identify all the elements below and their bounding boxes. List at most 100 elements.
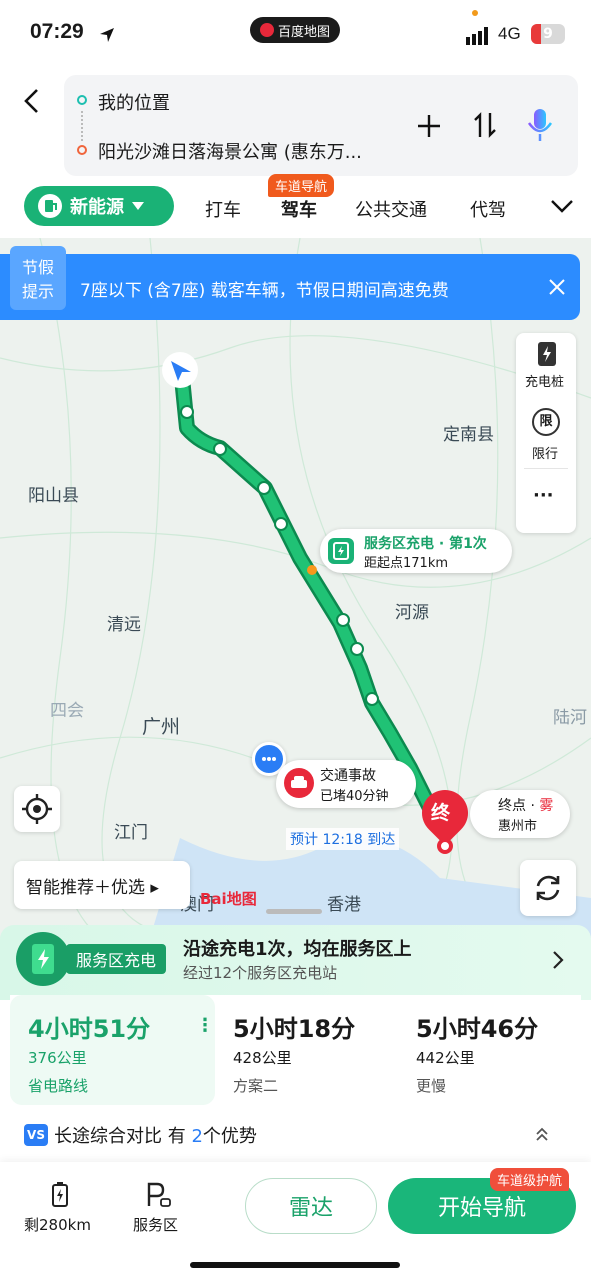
back-arrow-icon[interactable] bbox=[18, 86, 48, 116]
charging-station-icon bbox=[538, 342, 556, 366]
origin-field[interactable]: 我的位置 bbox=[98, 89, 170, 115]
plan-option-2[interactable]: 5小时18分 428公里 方案二 bbox=[225, 995, 395, 1105]
plan-desc: 方案二 bbox=[233, 1077, 279, 1095]
smart-recommend-button[interactable]: 智能推荐＋优选 ▸ bbox=[14, 861, 190, 909]
battery-icon: 9 bbox=[531, 24, 565, 44]
tab-taxi[interactable]: 打车 bbox=[205, 196, 241, 222]
map-view[interactable]: 阳山县 清远 广州 江门 河源 定南县 香港 陆河 四会 澳门 充电桩 限 限行… bbox=[0, 238, 591, 938]
service-charging-callout[interactable]: 服务区充电 · 第1次 距起点171km bbox=[320, 529, 512, 573]
app-name: 百度地图 bbox=[277, 24, 330, 40]
chevron-right-icon bbox=[553, 951, 564, 969]
end-city: 惠州市 bbox=[498, 819, 538, 834]
battery-range-icon bbox=[52, 1182, 68, 1207]
end-weather: 雾 bbox=[539, 798, 554, 814]
plan-time: 5小时18分 bbox=[233, 1015, 356, 1043]
long-trip-compare[interactable]: VS 长途综合对比 有 2个优势 bbox=[24, 1122, 257, 1148]
eta-label: 预计 12:18 到达 bbox=[286, 828, 400, 850]
chevron-up-double-icon[interactable] bbox=[535, 1126, 549, 1142]
tab-transit[interactable]: 公共交通 bbox=[355, 196, 427, 222]
vs-icon: VS bbox=[24, 1124, 48, 1146]
plan-desc: 更慢 bbox=[416, 1077, 447, 1095]
location-arrow-icon bbox=[100, 28, 114, 42]
accident-sub: 已堵40分钟 bbox=[320, 789, 389, 804]
smart-recommend-label: 智能推荐＋优选 bbox=[26, 878, 145, 898]
service-callout-sub: 距起点171km bbox=[364, 556, 449, 571]
more-icon[interactable]: ··· bbox=[533, 485, 554, 506]
recording-dot bbox=[472, 10, 478, 16]
plan-time: 5小时46分 bbox=[416, 1015, 539, 1043]
plan-option-3[interactable]: 5小时46分 442公里 更慢 bbox=[408, 995, 578, 1105]
lane-guard-badge: 车道级护航 bbox=[490, 1168, 570, 1191]
chevron-down-icon[interactable] bbox=[550, 198, 574, 214]
plan-distance: 442公里 bbox=[416, 1049, 475, 1067]
plan-option-1[interactable]: 4小时51分 376公里 省电路线 ⋮ bbox=[10, 995, 215, 1105]
route-inputs: 我的位置 阳光沙滩日落海景公寓 (惠东万... bbox=[64, 75, 578, 176]
service-charging-card[interactable]: 服务区充电 沿途充电1次，均在服务区上 经过12个服务区充电站 bbox=[0, 925, 591, 1000]
holiday-tag: 节假 提示 bbox=[10, 246, 66, 310]
accident-callout[interactable]: 交通事故 已堵40分钟 bbox=[276, 760, 416, 808]
microphone-icon[interactable] bbox=[526, 107, 554, 143]
swap-route-icon[interactable] bbox=[472, 111, 498, 139]
baidu-logo: Bai地图 bbox=[200, 890, 257, 908]
battery-level: 9 bbox=[543, 26, 553, 42]
restriction-label[interactable]: 限行 bbox=[532, 443, 558, 462]
refresh-button[interactable] bbox=[520, 860, 576, 916]
origin-dot bbox=[77, 95, 87, 105]
close-icon[interactable] bbox=[548, 278, 566, 296]
holiday-tag-line1: 节假 bbox=[21, 258, 54, 277]
caret-right-icon: ▸ bbox=[150, 878, 159, 898]
route-connector bbox=[81, 111, 83, 141]
destination-dot bbox=[77, 145, 87, 155]
service-title: 沿途充电1次，均在服务区上 bbox=[183, 939, 412, 960]
home-indicator[interactable] bbox=[190, 1262, 400, 1268]
service-callout-title: 服务区充电 · 第1次 bbox=[364, 536, 487, 552]
app-pill: 百度地图 bbox=[250, 17, 340, 43]
remaining-range[interactable]: 剩280km bbox=[24, 1214, 91, 1235]
clock: 07:29 bbox=[30, 20, 84, 43]
compare-suffix: 个优势 bbox=[202, 1126, 257, 1147]
network-type: 4G bbox=[498, 24, 521, 43]
locate-button[interactable] bbox=[14, 786, 60, 832]
new-energy-label: 新能源 bbox=[70, 197, 124, 218]
map-tools-panel: 充电桩 限 限行 ··· bbox=[516, 333, 576, 533]
plan-distance: 428公里 bbox=[233, 1049, 292, 1067]
tab-chauffeur[interactable]: 代驾 bbox=[470, 196, 506, 222]
compare-label: 长途综合对比 有 bbox=[54, 1126, 186, 1147]
accident-title: 交通事故 bbox=[320, 768, 376, 784]
charging-bolt-icon bbox=[328, 538, 354, 564]
end-label: 终点 · bbox=[498, 798, 540, 814]
ev-charger-icon bbox=[38, 194, 62, 218]
signal-icon bbox=[466, 27, 488, 45]
radar-button[interactable]: 雷达 bbox=[245, 1178, 377, 1234]
service-area-button[interactable]: 服务区 bbox=[133, 1214, 178, 1235]
plan-time: 4小时51分 bbox=[28, 1015, 151, 1043]
lane-nav-badge: 车道导航 bbox=[268, 174, 335, 197]
caret-down-icon bbox=[132, 202, 144, 210]
compare-count: 2 bbox=[191, 1126, 203, 1147]
tab-drive[interactable]: 驾车 bbox=[281, 196, 317, 222]
charging-station-label[interactable]: 充电桩 bbox=[525, 371, 564, 390]
sheet-handle[interactable] bbox=[266, 909, 322, 914]
plan-desc: 省电路线 bbox=[28, 1077, 89, 1095]
end-marker: 终 bbox=[431, 802, 451, 824]
refresh-icon bbox=[536, 875, 560, 901]
add-waypoint-icon[interactable] bbox=[416, 113, 442, 139]
holiday-tag-line2: 提示 bbox=[21, 282, 54, 301]
holiday-banner-text: 7座以下 (含7座) 载客车辆，节假日期间高速免费 bbox=[80, 281, 449, 301]
plan-distance: 376公里 bbox=[28, 1049, 87, 1067]
current-location-icon bbox=[162, 352, 198, 388]
baidu-pin-icon bbox=[259, 23, 274, 37]
charger-badge-icon bbox=[16, 932, 70, 986]
status-bar: 07:29 百度地图 4G 9 bbox=[0, 0, 591, 70]
car-crash-icon bbox=[284, 768, 314, 798]
restriction-icon: 限 bbox=[532, 408, 560, 436]
service-tag: 服务区充电 bbox=[66, 944, 167, 974]
service-area-icon bbox=[147, 1182, 171, 1207]
end-dot bbox=[437, 838, 453, 854]
new-energy-button[interactable]: 新能源 bbox=[24, 186, 174, 226]
end-callout[interactable]: 终点 · 雾 惠州市 bbox=[470, 790, 570, 838]
divider bbox=[524, 468, 568, 469]
service-sub: 经过12个服务区充电站 bbox=[183, 964, 338, 982]
plan-menu-icon[interactable]: ⋮ bbox=[196, 1015, 214, 1036]
destination-field[interactable]: 阳光沙滩日落海景公寓 (惠东万... bbox=[98, 138, 362, 164]
